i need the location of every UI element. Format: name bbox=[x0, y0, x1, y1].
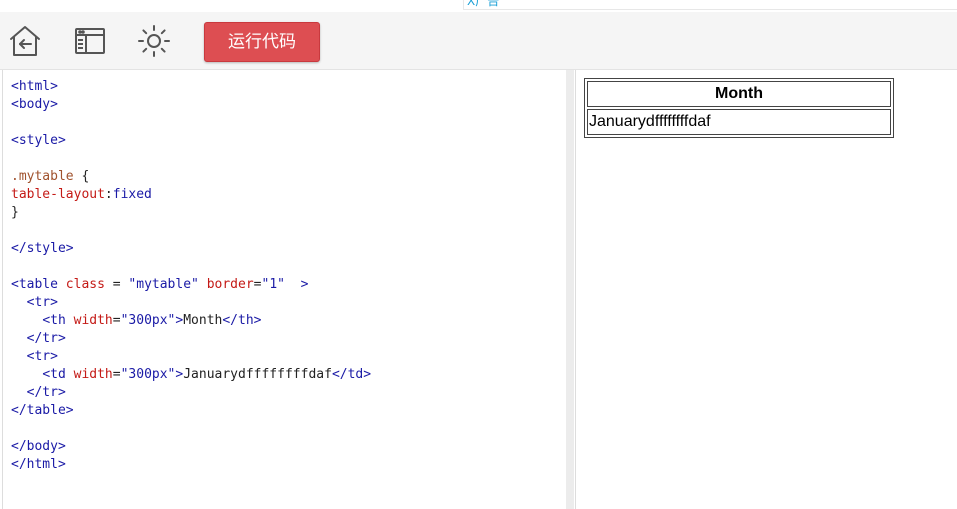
code-token: : bbox=[104, 187, 113, 202]
code-editor[interactable]: <html> <body> <style> .mytable {table-lay… bbox=[2, 70, 567, 509]
table-row: Januarydffffffffdaf bbox=[587, 109, 891, 135]
code-token: = bbox=[253, 277, 262, 292]
code-token: width bbox=[73, 313, 113, 328]
code-token: </tr> bbox=[26, 331, 66, 346]
code-token: Januarydffffffffdaf bbox=[183, 367, 332, 382]
table-row: Month bbox=[587, 81, 891, 107]
code-token: "300px" bbox=[120, 313, 176, 328]
code-line[interactable]: <table class = "mytable" border="1" > bbox=[11, 276, 371, 294]
code-token: <th bbox=[42, 313, 66, 328]
code-token: class bbox=[65, 277, 105, 292]
code-token: </body> bbox=[11, 439, 66, 454]
code-token: table-layout bbox=[11, 187, 105, 202]
code-line[interactable]: </table> bbox=[11, 402, 371, 420]
table-header-month: Month bbox=[587, 81, 891, 107]
code-line[interactable] bbox=[11, 420, 371, 438]
brightness-sun-icon[interactable] bbox=[137, 24, 171, 58]
code-token: <tr> bbox=[26, 295, 58, 310]
code-token: <style> bbox=[11, 133, 66, 148]
code-line[interactable]: .mytable { bbox=[11, 168, 371, 186]
code-token: "300px" bbox=[120, 367, 176, 382]
code-line[interactable]: <body> bbox=[11, 96, 371, 114]
code-line[interactable]: table-layout:fixed bbox=[11, 186, 371, 204]
run-code-button[interactable]: 运行代码 bbox=[204, 22, 320, 62]
code-token: "1" bbox=[261, 277, 285, 292]
code-line[interactable]: </html> bbox=[11, 456, 371, 474]
code-token: </th> bbox=[222, 313, 262, 328]
code-token: = bbox=[104, 277, 129, 292]
code-line[interactable] bbox=[11, 222, 371, 240]
preview-pane: Month Januarydffffffffdaf bbox=[575, 70, 957, 509]
code-token: "mytable" bbox=[128, 277, 199, 292]
code-token: </html> bbox=[11, 457, 66, 472]
code-token: border bbox=[206, 277, 254, 292]
code-token: > bbox=[300, 277, 309, 292]
code-line[interactable]: <tr> bbox=[11, 348, 371, 366]
code-line[interactable]: <html> bbox=[11, 78, 371, 96]
code-line[interactable]: </style> bbox=[11, 240, 371, 258]
code-token: = bbox=[112, 367, 121, 382]
code-token: { bbox=[73, 169, 90, 184]
code-token: width bbox=[73, 367, 113, 382]
code-line[interactable]: <th width="300px">Month</th> bbox=[11, 312, 371, 330]
result-table: Month Januarydffffffffdaf bbox=[584, 78, 894, 138]
code-token: .mytable bbox=[11, 169, 74, 184]
code-token: fixed bbox=[112, 187, 152, 202]
code-line[interactable]: <style> bbox=[11, 132, 371, 150]
code-token: <tr> bbox=[26, 349, 58, 364]
code-token: <table bbox=[11, 277, 58, 292]
ad-label[interactable]: X广告 bbox=[467, 0, 499, 8]
code-line[interactable]: <tr> bbox=[11, 294, 371, 312]
code-token: </tr> bbox=[26, 385, 66, 400]
toolbar: 运行代码 bbox=[0, 12, 957, 70]
home-back-icon[interactable] bbox=[8, 24, 42, 58]
code-line[interactable]: </tr> bbox=[11, 330, 371, 348]
code-token: Month bbox=[183, 313, 223, 328]
code-line[interactable] bbox=[11, 150, 371, 168]
code-token: </style> bbox=[11, 241, 74, 256]
table-cell: Januarydffffffffdaf bbox=[587, 109, 891, 135]
code-token: </td> bbox=[331, 367, 372, 382]
code-line[interactable]: } bbox=[11, 204, 371, 222]
code-token: <html> bbox=[11, 79, 58, 94]
code-line[interactable]: </tr> bbox=[11, 384, 371, 402]
ad-tag[interactable]: X广告 bbox=[463, 0, 957, 10]
code-text[interactable]: <html> <body> <style> .mytable {table-lay… bbox=[11, 78, 371, 474]
code-line[interactable] bbox=[11, 258, 371, 276]
code-token: = bbox=[112, 313, 121, 328]
layout-window-icon[interactable] bbox=[73, 24, 107, 58]
code-line[interactable]: <td width="300px">Januarydffffffffdaf</t… bbox=[11, 366, 371, 384]
code-line[interactable]: </body> bbox=[11, 438, 371, 456]
code-line[interactable] bbox=[11, 114, 371, 132]
splitter[interactable] bbox=[566, 70, 574, 509]
code-token: <body> bbox=[11, 97, 58, 112]
code-token: <td bbox=[42, 367, 66, 382]
code-token: } bbox=[11, 205, 19, 220]
code-token: </table> bbox=[11, 403, 74, 418]
